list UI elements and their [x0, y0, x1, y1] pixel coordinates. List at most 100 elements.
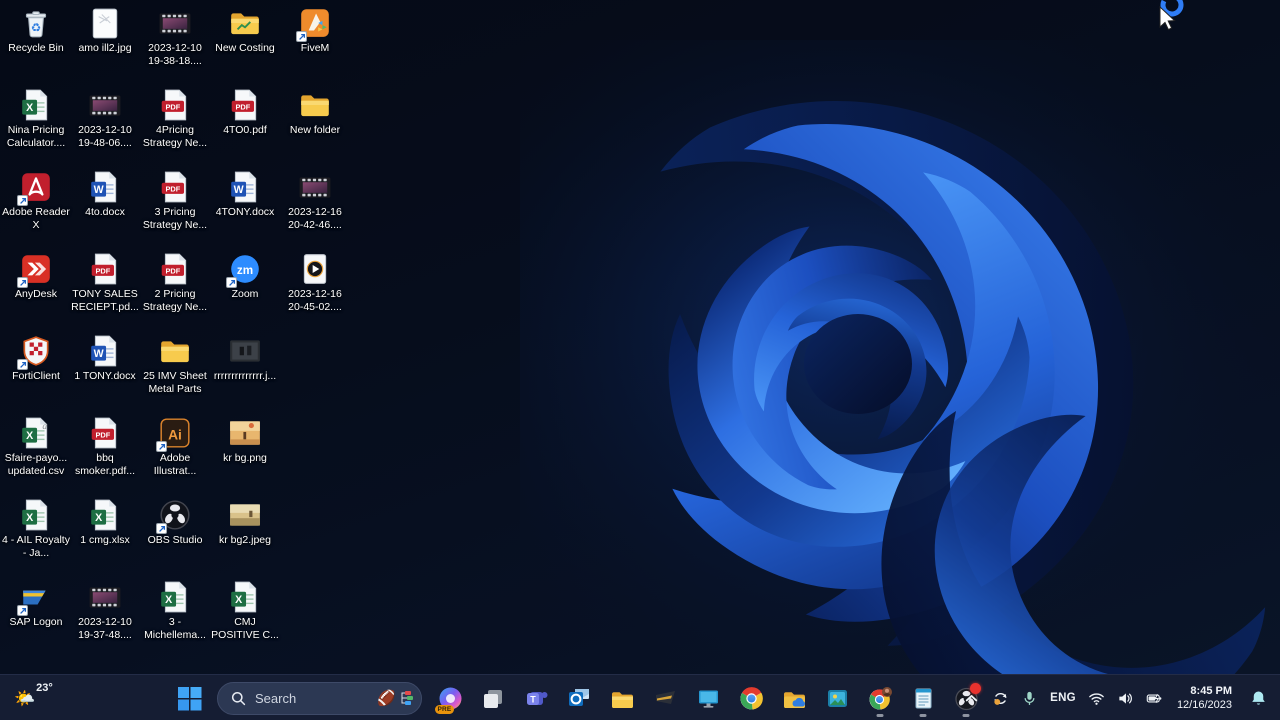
desktop-icon-kr-bg2-jpeg[interactable]: kr bg2.jpeg [210, 498, 280, 547]
desktop-icon-25-imv-sheet-metal-parts[interactable]: 25 IMV Sheet Metal Parts [140, 334, 210, 395]
desktop-icon-cmj-positive[interactable]: X CMJ POSITIVE C... [210, 580, 280, 641]
search-box[interactable]: Search 🏈 [217, 681, 422, 715]
edge-preview-taskbar-button[interactable]: PRE [431, 678, 469, 718]
adobe-reader-x-icon [17, 170, 53, 206]
desktop-icon-1-tony-docx[interactable]: W 1 TONY.docx [70, 334, 140, 383]
desktop-icon-recycle-bin[interactable]: ♻ Recycle Bin [1, 6, 71, 55]
desktop-icon-2-pricing-strategy[interactable]: PDF 2 Pricing Strategy Ne... [140, 252, 210, 313]
desktop-icon-new-folder[interactable]: New folder [280, 88, 350, 137]
desktop-icon-bbq-smoker-pdf[interactable]: PDF bbq smoker.pdf... [70, 416, 140, 477]
desktop-icon-sap-logon[interactable]: SAP Logon [1, 580, 71, 629]
file-explorer-taskbar-button[interactable] [603, 678, 641, 718]
tray-microphone-icon[interactable] [1016, 679, 1043, 717]
desktop-icon-tony-sales-reciept[interactable]: PDF TONY SALES RECIEPT.pd... [70, 252, 140, 313]
rrrr-image-icon [228, 334, 262, 368]
pre-badge: PRE [434, 704, 455, 714]
onedrive-folder-taskbar-button[interactable] [775, 678, 813, 718]
chrome-icon [739, 686, 764, 711]
desktop-icon-1-cmg-xlsx[interactable]: X 1 cmg.xlsx [70, 498, 140, 547]
desktop-icon-label: Adobe Illustrat... [153, 452, 197, 477]
desktop-icon-4to-docx[interactable]: W 4to.docx [70, 170, 140, 219]
tray-wifi-icon[interactable] [1083, 679, 1110, 717]
desktop-icon-sfaire-payo-updated-csv[interactable]: Xa Sfaire-payo... updated.csv [1, 416, 71, 477]
desktop-icon-amo-ill2-jpg[interactable]: amo ill2.jpg [70, 6, 140, 55]
desktop-icon-3-pricing-strategy[interactable]: PDF 3 Pricing Strategy Ne... [140, 170, 210, 231]
4pricing-strategy-icon: PDF [158, 88, 192, 122]
teams-icon: T [524, 686, 549, 711]
task-view-taskbar-button[interactable] [474, 678, 512, 718]
svg-text:PDF: PDF [235, 102, 250, 111]
docked-app-taskbar-button[interactable] [646, 678, 684, 718]
task-view-icon [481, 686, 506, 711]
desktop-icon-nina-pricing-calculator[interactable]: X Nina Pricing Calculator.... [1, 88, 71, 149]
desktop-icon-4to0-pdf[interactable]: PDF 4TO0.pdf [210, 88, 280, 137]
amo-ill2-jpg-icon [88, 6, 122, 40]
search-placeholder: Search [255, 690, 297, 706]
desktop-icon-4tony-docx[interactable]: W 4TONY.docx [210, 170, 280, 219]
desktop-icon-label: 4to.docx [85, 206, 125, 218]
fivem-icon [296, 6, 332, 42]
outlook-taskbar-button[interactable] [560, 678, 598, 718]
desktop-icon-obs-studio[interactable]: OBS Studio [140, 498, 210, 547]
desktop-icon-video-2023-12-16-20-45-02[interactable]: 2023-12-16 20-45-02.... [280, 252, 350, 313]
zoom-app-icon: zm [226, 252, 262, 288]
1-cmg-xlsx-icon: X [88, 498, 122, 532]
shortcut-arrow-icon [156, 441, 167, 452]
desktop-icon-3-michellema[interactable]: X 3 - Michellema... [140, 580, 210, 641]
tray-battery-icon[interactable] [1141, 679, 1168, 717]
desktop-icon-label: 4 - AIL Royalty - Ja... [2, 534, 70, 559]
video-2023-12-10-19-48-06-icon [88, 88, 122, 122]
chrome-profile-taskbar-button[interactable] [861, 678, 899, 718]
desktop-icon-video-2023-12-16-20-42-46[interactable]: 2023-12-16 20-42-46.... [280, 170, 350, 231]
tray-clock[interactable]: 8:45 PM 12/16/2023 [1170, 684, 1239, 712]
desktop-icon-new-costing-folder[interactable]: New Costing [210, 6, 280, 55]
svg-text:PDF: PDF [165, 102, 180, 111]
desktop-icon-video-2023-12-10-19-38-18[interactable]: 2023-12-10 19-38-18.... [140, 6, 210, 67]
running-indicator [919, 714, 927, 717]
desktop-icon-zoom-app[interactable]: zm Zoom [210, 252, 280, 301]
start-button[interactable] [170, 678, 208, 718]
tray-volume-icon[interactable] [1112, 679, 1139, 717]
desktop-icon-rrrr-image[interactable]: rrrrrrrrrrrrrr.j... [210, 334, 280, 383]
desktop-icon-4-ail-royalty[interactable]: X 4 - AIL Royalty - Ja... [1, 498, 71, 559]
desktop-icon-label: TONY SALES RECIEPT.pd... [71, 288, 139, 313]
remote-display-taskbar-button[interactable] [689, 678, 727, 718]
desktop-icon-label: New folder [289, 124, 341, 136]
desktop-icon-label: kr bg.png [223, 452, 267, 464]
busy-cursor [1159, 0, 1184, 31]
notification-bell-icon[interactable] [1241, 679, 1276, 717]
weather-widget[interactable]: 🌤️ 23° [6, 675, 61, 720]
tray-update-icon[interactable] [987, 679, 1014, 717]
desktop-icon-label: SAP Logon [9, 616, 63, 628]
tray-chevron-up-icon[interactable] [958, 679, 985, 717]
desktop-icon-label: 4TO0.pdf [223, 124, 267, 136]
desktop-icon-4pricing-strategy[interactable]: PDF 4Pricing Strategy Ne... [140, 88, 210, 149]
desktop-icon-adobe-reader-x[interactable]: Adobe Reader X [1, 170, 71, 231]
4tony-docx-icon: W [228, 170, 262, 204]
desktop-icon-label: 2023-12-16 20-45-02.... [288, 288, 342, 313]
desktop-icon-label: 1 TONY.docx [74, 370, 136, 382]
desktop-icon-fivem[interactable]: FiveM [280, 6, 350, 55]
svg-text:X: X [26, 512, 33, 524]
chrome-taskbar-button[interactable] [732, 678, 770, 718]
svg-text:a: a [42, 421, 47, 432]
video-2023-12-16-20-42-46-icon [298, 170, 332, 204]
shortcut-arrow-icon [17, 359, 28, 370]
notepad-taskbar-button[interactable] [904, 678, 942, 718]
svg-text:PDF: PDF [95, 430, 110, 439]
desktop-icon-video-2023-12-10-19-37-48[interactable]: 2023-12-10 19-37-48.... [70, 580, 140, 641]
desktop-icon-adobe-illustrator[interactable]: Ai Adobe Illustrat... [140, 416, 210, 477]
tray-language-indicator[interactable]: ENG [1045, 679, 1081, 717]
desktop-icon-video-2023-12-10-19-48-06[interactable]: 2023-12-10 19-48-06.... [70, 88, 140, 149]
adobe-illustrator-icon: Ai [156, 416, 192, 452]
photos-taskbar-button[interactable] [818, 678, 856, 718]
desktop-icon-forticlient[interactable]: FortiClient [1, 334, 71, 383]
svg-text:X: X [235, 594, 242, 606]
3-pricing-strategy-icon: PDF [158, 170, 192, 204]
teams-taskbar-button[interactable]: T [517, 678, 555, 718]
desktop-icon-anydesk[interactable]: AnyDesk [1, 252, 71, 301]
search-highlight-icon: 🏈 [377, 689, 413, 707]
bracket-icon [401, 691, 413, 705]
2-pricing-strategy-icon: PDF [158, 252, 192, 286]
desktop-icon-kr-bg-png[interactable]: kr bg.png [210, 416, 280, 465]
